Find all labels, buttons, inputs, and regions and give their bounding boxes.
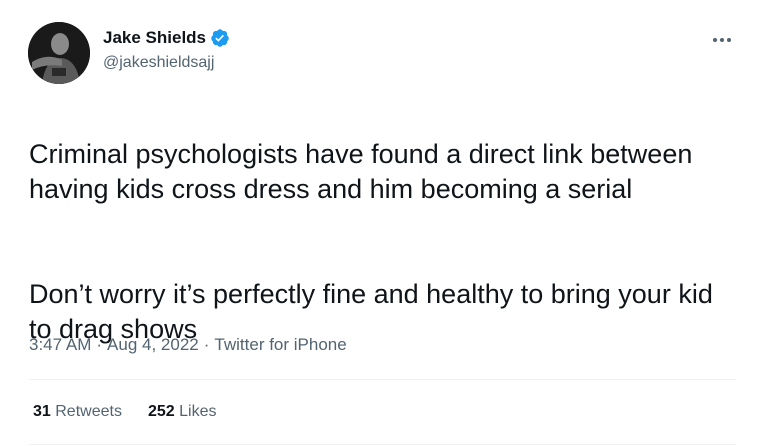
author-name-row[interactable]: Jake Shields xyxy=(103,28,230,48)
tweet-meta: 3:47 AM · Aug 4, 2022 · Twitter for iPho… xyxy=(29,335,347,355)
divider xyxy=(29,444,736,445)
avatar[interactable] xyxy=(28,22,90,84)
author-display-name[interactable]: Jake Shields xyxy=(103,28,206,48)
likes-stat[interactable]: 252 Likes xyxy=(148,403,217,421)
likes-count: 252 xyxy=(147,403,175,420)
meta-separator: · xyxy=(203,335,210,354)
avatar-photo xyxy=(28,22,90,84)
meta-separator: · xyxy=(96,335,103,354)
divider xyxy=(29,379,736,380)
retweets-label: Retweets xyxy=(55,403,122,420)
retweets-stat[interactable]: 31 Retweets xyxy=(33,403,122,421)
tweet-date[interactable]: Aug 4, 2022 xyxy=(107,335,199,355)
tweet-source[interactable]: Twitter for iPhone xyxy=(214,335,346,355)
tweet-card: Jake Shields @jakeshieldsajj Criminal ps… xyxy=(0,0,758,447)
retweets-count: 31 xyxy=(33,403,51,420)
verified-badge-icon xyxy=(210,28,230,48)
author-handle[interactable]: @jakeshieldsajj xyxy=(103,54,214,72)
tweet-paragraph-1: Criminal psychologists have found a dire… xyxy=(29,139,693,204)
tweet-stats: 31 Retweets 252 Likes xyxy=(33,403,216,421)
tweet-time[interactable]: 3:47 AM xyxy=(29,335,91,355)
more-options-icon[interactable] xyxy=(710,30,734,50)
likes-label: Likes xyxy=(179,403,217,420)
